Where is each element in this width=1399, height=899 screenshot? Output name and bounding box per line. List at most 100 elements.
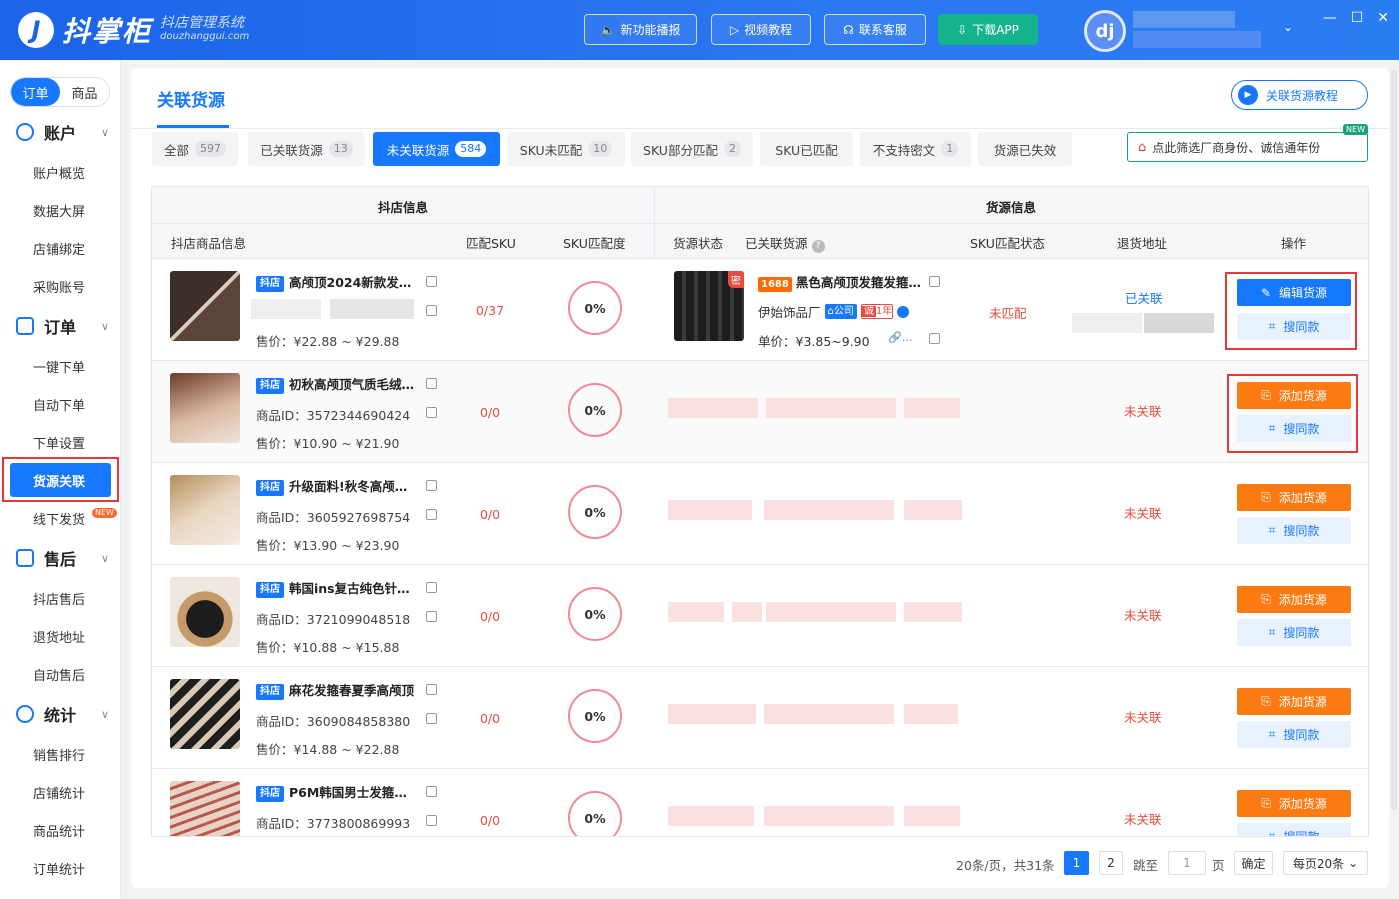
nav-sales-ranking[interactable]: 销售排行 xyxy=(0,737,121,771)
news-button[interactable]: 🔈 新功能播报 xyxy=(584,14,697,45)
copy-icon[interactable] xyxy=(426,582,437,593)
tab-unlinked[interactable]: 未关联货源 584 xyxy=(373,132,500,166)
copy-icon[interactable] xyxy=(426,611,437,622)
vendor-filter-button[interactable]: ⌂ 点此筛选厂商身份、诚信通年份 NEW xyxy=(1127,124,1368,162)
nav-shop-binding[interactable]: 店铺绑定 xyxy=(0,231,121,265)
redacted-source xyxy=(766,398,896,418)
product-price: 售价：¥22.88 ~ ¥29.88 xyxy=(256,334,400,349)
copy-icon[interactable] xyxy=(426,786,437,797)
copy-icon[interactable] xyxy=(426,509,437,520)
product-price: 售价：¥10.88 ~ ¥15.88 xyxy=(256,640,400,655)
nav-shop-stats[interactable]: 店铺统计 xyxy=(0,775,121,809)
scrollbar[interactable] xyxy=(1391,70,1397,810)
tab-unsupported[interactable]: 不支持密文 1 xyxy=(860,132,971,166)
segment-orders[interactable]: 订单 xyxy=(11,78,60,106)
nav-auto-order[interactable]: 自动下单 xyxy=(0,387,121,421)
chevron-down-icon[interactable]: ⌄ xyxy=(1283,20,1293,34)
source-thumbnail[interactable]: 密 xyxy=(674,271,744,341)
nav-group-aftersale[interactable]: 售后 ∨ xyxy=(0,541,121,575)
product-title[interactable]: 抖店高颅顶2024新款发箍头箍 xyxy=(256,272,416,292)
return-address-status[interactable]: 已关联 xyxy=(1125,288,1163,307)
product-thumbnail[interactable] xyxy=(170,373,240,443)
jump-confirm-button[interactable]: 确定 xyxy=(1234,851,1273,875)
nav-offline-shipping[interactable]: 线下发货 xyxy=(0,501,121,535)
product-thumbnail[interactable] xyxy=(170,679,240,749)
close-icon[interactable]: ✕ xyxy=(1377,10,1389,26)
product-thumbnail[interactable] xyxy=(170,271,240,341)
match-degree: 0% xyxy=(568,383,622,437)
redacted-address xyxy=(1144,313,1214,333)
redacted-source xyxy=(732,602,762,622)
product-title[interactable]: 抖店 初秋高颅顶气质毛绒发箍 xyxy=(256,374,416,394)
chat-icon[interactable] xyxy=(897,305,910,318)
add-source-button[interactable]: ⎘ 添加货源 xyxy=(1237,484,1351,511)
nav-product-stats[interactable]: 商品统计 xyxy=(0,813,121,847)
copy-icon[interactable] xyxy=(929,333,940,344)
copy-icon[interactable] xyxy=(426,684,437,695)
tab-expired[interactable]: 货源已失效 xyxy=(978,132,1072,166)
highlight-box xyxy=(1225,272,1357,350)
copy-icon[interactable] xyxy=(426,815,437,826)
page-1-button[interactable]: 1 xyxy=(1064,851,1089,875)
product-thumbnail[interactable] xyxy=(170,475,240,545)
help-icon[interactable]: ? xyxy=(811,240,825,253)
tab-sku-unmatched[interactable]: SKU未匹配 10 xyxy=(507,132,625,166)
source-title[interactable]: 1688 黑色高颅顶发箍发箍头饰 xyxy=(758,272,926,292)
product-price: 售价：¥13.90 ~ ¥23.90 xyxy=(256,538,400,553)
nav-order-stats[interactable]: 订单统计 xyxy=(0,851,121,885)
contact-support-button[interactable]: ☊ 联系客服 xyxy=(824,14,926,45)
link-icon[interactable]: 🔗… xyxy=(888,331,913,344)
group-header-shop: 抖店信息 xyxy=(378,200,429,215)
nav-order-settings[interactable]: 下单设置 xyxy=(0,425,121,459)
copy-icon[interactable] xyxy=(426,480,437,491)
video-tutorial-button[interactable]: ▷ 视频教程 xyxy=(711,14,811,45)
nav-auto-aftersale[interactable]: 自动售后 xyxy=(0,657,121,691)
segment-products[interactable]: 商品 xyxy=(60,78,109,106)
tab-all[interactable]: 全部 597 xyxy=(152,132,238,166)
redacted-source xyxy=(764,806,894,826)
nav-one-click-order[interactable]: 一键下单 xyxy=(0,349,121,383)
product-id: 商品ID：3773800869993 xyxy=(256,816,411,831)
nav-purchase-account[interactable]: 采购账号 xyxy=(0,269,121,303)
nav-group-stats[interactable]: 统计 ∨ xyxy=(0,697,121,731)
minimize-icon[interactable]: — xyxy=(1323,10,1337,26)
search-similar-button[interactable]: ⌗ 搜同款 xyxy=(1237,721,1351,748)
tab-linked[interactable]: 已关联货源 13 xyxy=(248,132,365,166)
link-status: 未关联 xyxy=(1124,404,1162,419)
tab-sku-partial[interactable]: SKU部分匹配 2 xyxy=(631,132,753,166)
nav-return-address[interactable]: 退货地址 xyxy=(0,619,121,653)
logo-url: douzhanggui.com xyxy=(160,31,250,42)
product-title[interactable]: 抖店 麻花发箍春夏季高颅顶 xyxy=(256,680,416,700)
copy-icon[interactable] xyxy=(426,378,437,389)
search-similar-button[interactable]: ⌗ 搜同款 xyxy=(1237,517,1351,544)
copy-icon[interactable] xyxy=(426,407,437,418)
product-thumbnail[interactable] xyxy=(170,577,240,647)
download-app-button[interactable]: ⇩ 下载APP xyxy=(938,14,1038,45)
copy-icon[interactable] xyxy=(426,305,437,316)
add-source-button[interactable]: ⎘ 添加货源 xyxy=(1237,790,1351,817)
copy-icon[interactable] xyxy=(426,713,437,724)
nav-group-account[interactable]: 账户 ∨ xyxy=(0,115,121,149)
copy-icon[interactable] xyxy=(426,276,437,287)
search-similar-button[interactable]: ⌗ 搜同款 xyxy=(1237,619,1351,646)
maximize-icon[interactable]: ☐ xyxy=(1351,10,1364,26)
nav-shop-aftersale[interactable]: 抖店售后 xyxy=(0,581,121,615)
nav-data-screen[interactable]: 数据大屏 xyxy=(0,193,121,227)
tab-sku-matched[interactable]: SKU已匹配 xyxy=(760,132,853,166)
nav-account-overview[interactable]: 账户概览 xyxy=(0,155,121,189)
product-thumbnail[interactable] xyxy=(170,781,240,836)
copy-icon[interactable] xyxy=(929,276,940,287)
search-similar-button[interactable]: ⌗ 搜同款 xyxy=(1237,823,1351,836)
add-source-button[interactable]: ⎘ 添加货源 xyxy=(1237,688,1351,715)
nav-group-orders[interactable]: 订单 ∨ xyxy=(0,309,121,343)
tutorial-button[interactable]: ▶ 关联货源教程 xyxy=(1231,80,1368,110)
jump-page-input[interactable]: 1 xyxy=(1168,851,1206,875)
product-title[interactable]: 抖店 P6M韩国男士发箍运动 xyxy=(256,782,416,802)
page-size-select[interactable]: 每页20条 ⌄ xyxy=(1283,851,1368,875)
page-2-button[interactable]: 2 xyxy=(1099,851,1123,875)
product-title[interactable]: 抖店升级面料!秋冬高颅顶发箍 xyxy=(256,476,416,496)
redacted-source xyxy=(904,398,960,418)
product-title[interactable]: 抖店韩国ins复古纯色针织发箍 xyxy=(256,578,416,598)
user-avatar[interactable]: dj xyxy=(1084,10,1126,52)
add-source-button[interactable]: ⎘ 添加货源 xyxy=(1237,586,1351,613)
